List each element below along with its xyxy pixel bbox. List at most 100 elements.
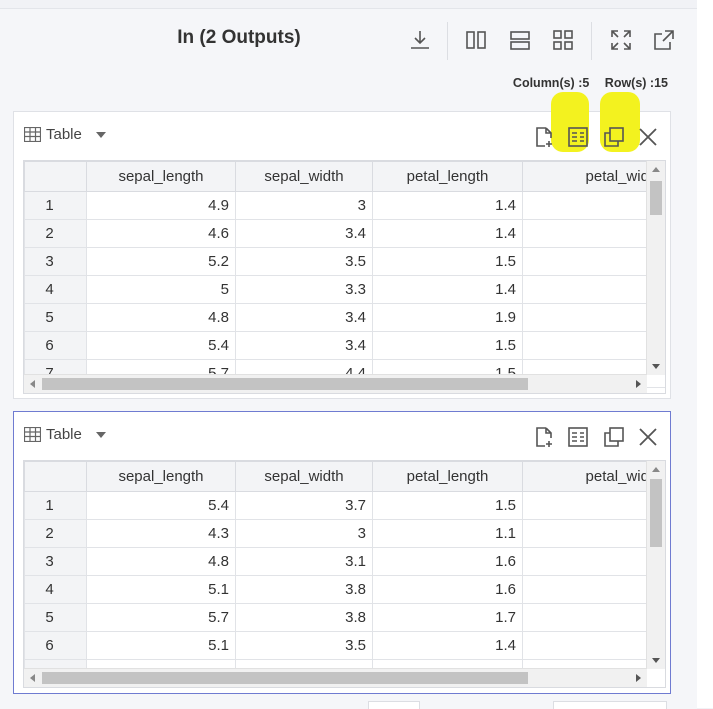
table-cell[interactable]: 4.6 <box>86 219 236 248</box>
table-cell[interactable]: 3 <box>235 519 373 548</box>
horizontal-scrollbar[interactable] <box>24 374 647 393</box>
table-row[interactable]: 65.13.51.40. <box>24 631 665 660</box>
table-cell[interactable]: 3.7 <box>235 491 373 520</box>
row-index[interactable]: 3 <box>24 547 87 576</box>
table-cell[interactable]: 0. <box>522 519 665 548</box>
table-row[interactable]: 15.43.71.50. <box>24 491 665 520</box>
table-cell[interactable]: 3.8 <box>235 575 373 604</box>
table-cell[interactable]: 1.4 <box>372 191 523 220</box>
table-cell[interactable]: 1.9 <box>372 303 523 332</box>
copy-button[interactable] <box>601 124 627 150</box>
data-grid[interactable]: sepal_length sepal_width petal_length petal… <box>23 160 666 394</box>
row-index[interactable]: 4 <box>24 275 87 304</box>
scroll-right-icon[interactable] <box>636 380 641 388</box>
table-cell[interactable]: 0. <box>522 247 665 276</box>
table-cell[interactable]: 0. <box>522 631 665 660</box>
scroll-up-icon[interactable] <box>652 167 660 172</box>
table-cell[interactable]: 1.5 <box>372 247 523 276</box>
copy-button[interactable] <box>601 424 627 450</box>
column-header[interactable]: petal_width <box>522 161 665 192</box>
table-cell[interactable]: 5.1 <box>86 575 236 604</box>
column-header[interactable]: sepal_width <box>235 161 373 192</box>
column-header[interactable]: sepal_length <box>86 461 236 492</box>
table-cell[interactable]: 5 <box>86 275 236 304</box>
table-cell[interactable]: 0. <box>522 491 665 520</box>
split-horizontal-button[interactable] <box>507 27 533 53</box>
row-index[interactable]: 2 <box>24 519 87 548</box>
scroll-down-icon[interactable] <box>652 364 660 369</box>
table-cell[interactable]: 1.1 <box>372 519 523 548</box>
column-header[interactable]: petal_width <box>522 461 665 492</box>
index-header[interactable] <box>24 461 87 492</box>
table-cell[interactable]: 3.8 <box>235 603 373 632</box>
row-index[interactable]: 6 <box>24 631 87 660</box>
row-index[interactable]: 5 <box>24 603 87 632</box>
vertical-scrollbar[interactable] <box>646 461 665 669</box>
table-row[interactable]: 54.83.41.90. <box>24 303 665 332</box>
column-settings-button[interactable] <box>565 424 591 450</box>
table-cell[interactable]: 0. <box>522 575 665 604</box>
column-header[interactable]: sepal_width <box>235 461 373 492</box>
column-header[interactable]: petal_length <box>372 161 523 192</box>
table-cell[interactable]: 1.5 <box>372 491 523 520</box>
table-cell[interactable]: 1.5 <box>372 331 523 360</box>
close-button[interactable] <box>635 424 661 450</box>
view-selector[interactable]: Table <box>24 126 106 143</box>
index-header[interactable] <box>24 161 87 192</box>
table-cell[interactable]: 0. <box>522 219 665 248</box>
table-cell[interactable]: 5.2 <box>86 247 236 276</box>
vertical-scrollbar[interactable] <box>646 161 665 375</box>
column-header[interactable]: petal_length <box>372 461 523 492</box>
table-row[interactable]: 24.63.41.40. <box>24 219 665 248</box>
row-index[interactable]: 4 <box>24 575 87 604</box>
column-settings-button[interactable] <box>565 124 591 150</box>
table-cell[interactable]: 3.4 <box>235 331 373 360</box>
table-cell[interactable]: 4.3 <box>86 519 236 548</box>
row-index[interactable]: 2 <box>24 219 87 248</box>
table-cell[interactable]: 1.4 <box>372 631 523 660</box>
table-cell[interactable]: 0. <box>522 603 665 632</box>
table-cell[interactable]: 0. <box>522 275 665 304</box>
table-row[interactable]: 45.13.81.60. <box>24 575 665 604</box>
table-cell[interactable]: 1.4 <box>372 219 523 248</box>
table-cell[interactable]: 0. <box>522 303 665 332</box>
table-row[interactable]: 34.83.11.60. <box>24 547 665 576</box>
scroll-right-icon[interactable] <box>636 674 641 682</box>
grid-layout-button[interactable] <box>550 27 576 53</box>
table-row[interactable]: 24.331.10. <box>24 519 665 548</box>
scroll-thumb[interactable] <box>650 479 662 547</box>
table-cell[interactable]: 3.3 <box>235 275 373 304</box>
table-cell[interactable]: 0. <box>522 331 665 360</box>
table-row[interactable]: 14.931.40. <box>24 191 665 220</box>
scroll-left-icon[interactable] <box>30 674 35 682</box>
fullscreen-button[interactable] <box>608 27 634 53</box>
table-cell[interactable]: 3.4 <box>235 303 373 332</box>
scroll-left-icon[interactable] <box>30 380 35 388</box>
new-document-button[interactable] <box>531 424 557 450</box>
close-button[interactable] <box>635 124 661 150</box>
table-row[interactable]: 35.23.51.50. <box>24 247 665 276</box>
table-cell[interactable]: 4.9 <box>86 191 236 220</box>
horizontal-scrollbar[interactable] <box>24 668 647 687</box>
table-cell[interactable]: 1.4 <box>372 275 523 304</box>
table-cell[interactable]: 3 <box>235 191 373 220</box>
data-grid[interactable]: sepal_length sepal_width petal_length petal… <box>23 460 666 688</box>
split-vertical-button[interactable] <box>463 27 489 53</box>
table-cell[interactable]: 0. <box>522 191 665 220</box>
column-header[interactable]: sepal_length <box>86 161 236 192</box>
table-cell[interactable]: 3.5 <box>235 247 373 276</box>
table-cell[interactable]: 1.6 <box>372 547 523 576</box>
table-cell[interactable]: 4.8 <box>86 303 236 332</box>
table-row[interactable]: 55.73.81.70. <box>24 603 665 632</box>
new-document-button[interactable] <box>531 124 557 150</box>
table-cell[interactable]: 1.6 <box>372 575 523 604</box>
table-cell[interactable]: 0. <box>522 547 665 576</box>
row-index[interactable]: 6 <box>24 331 87 360</box>
scroll-up-icon[interactable] <box>652 467 660 472</box>
scroll-thumb[interactable] <box>42 672 528 684</box>
row-index[interactable]: 1 <box>24 491 87 520</box>
table-row[interactable]: 453.31.40. <box>24 275 665 304</box>
row-index[interactable]: 1 <box>24 191 87 220</box>
table-cell[interactable]: 5.4 <box>86 491 236 520</box>
view-selector[interactable]: Table <box>24 426 106 443</box>
